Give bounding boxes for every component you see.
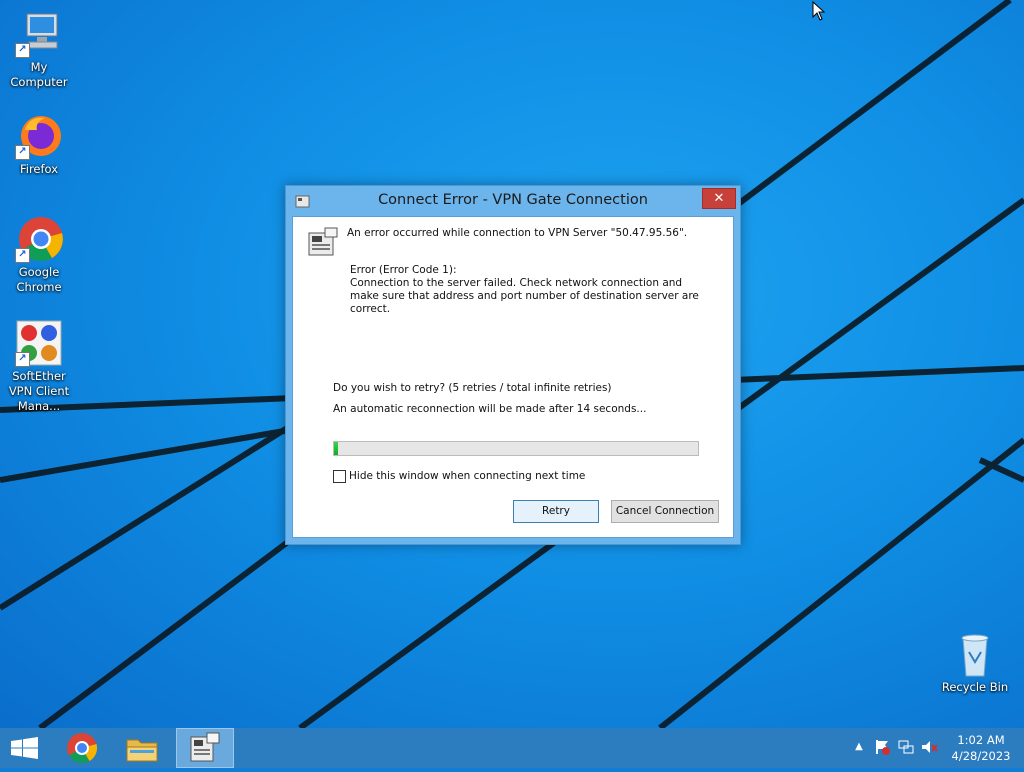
desktop-icon-label: My Computer <box>10 60 68 89</box>
desktop: ↗ My Computer ↗ Firefox ↗ Google Chrome … <box>0 0 1024 728</box>
taskbar-file-explorer[interactable] <box>116 728 168 768</box>
desktop-icon-label: Google Chrome <box>16 265 62 294</box>
start-button[interactable] <box>0 728 52 768</box>
error-heading: Error (Error Code 1): <box>350 264 457 276</box>
taskbar-clock[interactable]: 1:02 AM 4/28/2023 <box>946 732 1016 764</box>
chrome-icon: ↗ <box>15 215 63 263</box>
shortcut-arrow-icon: ↗ <box>15 248 30 263</box>
error-body-line-1: Connection to the server failed. Check n… <box>350 277 683 289</box>
error-body-line-3: correct. <box>350 303 391 315</box>
softether-vpn-icon: ↗ <box>15 319 63 367</box>
taskbar-chrome[interactable] <box>56 728 108 768</box>
desktop-icon-google-chrome[interactable]: ↗ Google Chrome <box>1 215 77 295</box>
hide-window-label[interactable]: Hide this window when connecting next ti… <box>349 470 585 482</box>
dialog-title: Connect Error - VPN Gate Connection <box>378 192 648 208</box>
error-body-line-2: make sure that address and port number o… <box>350 290 699 302</box>
reconnect-progress-bar <box>333 441 699 456</box>
progress-fill <box>334 442 338 455</box>
start-icon <box>11 737 38 759</box>
clock-time: 1:02 AM <box>957 733 1005 747</box>
shortcut-arrow-icon: ↗ <box>15 145 30 160</box>
action-center-flag-icon[interactable] <box>873 738 891 756</box>
desktop-icon-label: Recycle Bin <box>941 680 1009 694</box>
mouse-cursor-icon <box>812 1 826 21</box>
connect-error-dialog: Connect Error - VPN Gate Connection ✕ An… <box>285 185 741 545</box>
dialog-body: An error occurred while connection to VP… <box>292 216 734 538</box>
desktop-icon-label: Firefox <box>19 162 59 176</box>
auto-reconnect-text: An automatic reconnection will be made a… <box>333 403 647 415</box>
hide-window-checkbox[interactable] <box>333 470 346 483</box>
dialog-titlebar[interactable]: Connect Error - VPN Gate Connection ✕ <box>286 186 740 216</box>
desktop-icon-my-computer[interactable]: ↗ My Computer <box>1 10 77 90</box>
network-icon[interactable] <box>897 738 915 756</box>
file-explorer-icon <box>126 739 158 762</box>
close-button[interactable]: ✕ <box>702 188 736 209</box>
desktop-icon-firefox[interactable]: ↗ Firefox <box>1 112 77 177</box>
taskbar: ▲ 1:02 AM 4/28/2023 <box>0 728 1024 768</box>
desktop-icon-label: SoftEther VPN Client Mana... <box>8 369 70 413</box>
computer-icon: ↗ <box>15 10 63 58</box>
retry-question: Do you wish to retry? (5 retries / total… <box>333 382 612 394</box>
desktop-icon-softether-vpn[interactable]: ↗ SoftEther VPN Client Mana... <box>1 319 77 414</box>
desktop-icon-recycle-bin[interactable]: Recycle Bin <box>937 630 1013 695</box>
shortcut-arrow-icon: ↗ <box>15 352 30 367</box>
volume-muted-icon[interactable] <box>920 738 938 756</box>
cancel-connection-button[interactable]: Cancel Connection <box>611 500 719 523</box>
taskbar-softether-vpn-active[interactable] <box>176 728 234 768</box>
vpn-error-icon <box>308 227 338 256</box>
retry-button[interactable]: Retry <box>513 500 599 523</box>
show-hidden-icons-chevron[interactable]: ▲ <box>850 738 868 756</box>
softether-vpn-icon <box>190 732 220 762</box>
chrome-icon <box>67 733 98 764</box>
error-message: An error occurred while connection to VP… <box>347 227 688 239</box>
recycle-bin-icon <box>951 630 999 678</box>
clock-date: 4/28/2023 <box>951 749 1011 763</box>
firefox-icon: ↗ <box>15 112 63 160</box>
shortcut-arrow-icon: ↗ <box>15 43 30 58</box>
